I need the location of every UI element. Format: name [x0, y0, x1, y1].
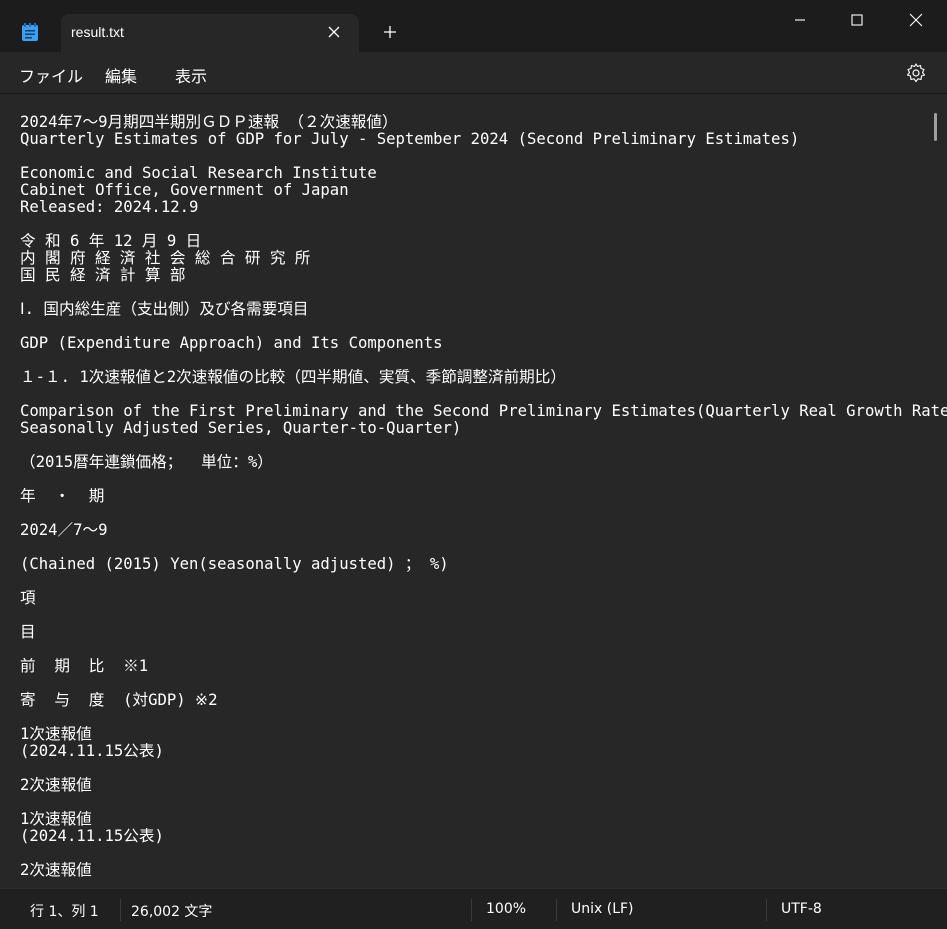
title-bar: result.txt: [0, 0, 947, 52]
tab-result-txt[interactable]: result.txt: [61, 14, 359, 52]
text-line: 内 閣 府 経 済 社 会 総 合 研 究 所: [20, 249, 311, 267]
text-line: (2024.11.15公表): [20, 827, 164, 845]
close-window-icon[interactable]: [896, 6, 936, 34]
text-line: １-１. 1次速報値と2次速報値の比較（四半期値、実質、季節調整済前期比）: [20, 368, 566, 386]
status-divider: [120, 899, 121, 921]
text-line: 前 期 比 ※1: [20, 657, 149, 675]
text-line: 年 ・ 期: [20, 487, 105, 505]
character-count: 26,002 文字: [131, 904, 213, 920]
text-line: [20, 216, 947, 233]
vertical-scrollbar[interactable]: [934, 113, 937, 141]
text-line: Cabinet Office, Government of Japan: [20, 181, 349, 199]
menu-edit[interactable]: 編集: [105, 63, 137, 87]
text-line: (Chained (2015) Yen(seasonally adjusted)…: [20, 555, 449, 573]
text-line: [20, 794, 947, 811]
text-line: 1次速報値: [20, 725, 92, 743]
text-line: (2024.11.15公表): [20, 742, 164, 760]
editor-content[interactable]: 2024年7～9月期四半期別ＧＤＰ速報 （２次速報値） Quarterly Est…: [20, 114, 947, 879]
text-line: 2024／7～9: [20, 521, 108, 539]
text-line: [20, 471, 947, 488]
text-line: [20, 709, 947, 726]
text-line: [20, 148, 947, 165]
status-divider: [471, 899, 472, 921]
text-line: [20, 607, 947, 624]
text-line: [20, 437, 947, 454]
maximize-icon[interactable]: [837, 6, 877, 34]
status-divider: [766, 899, 767, 921]
menu-view[interactable]: 表示: [175, 63, 207, 87]
text-line: Economic and Social Research Institute: [20, 164, 377, 182]
text-line: 2次速報値: [20, 776, 92, 794]
text-line: 2次速報値: [20, 861, 92, 879]
encoding[interactable]: UTF-8: [781, 901, 822, 917]
text-line: 令 和 6 年 12 月 9 日: [20, 232, 202, 250]
text-line: Comparison of the First Preliminary and …: [20, 402, 947, 420]
minimize-icon[interactable]: [780, 6, 820, 34]
text-line: Released: 2024.12.9: [20, 198, 199, 216]
menu-file[interactable]: ファイル: [19, 63, 83, 87]
text-line: [20, 845, 947, 862]
text-line: [20, 573, 947, 590]
cursor-position: 行 1、列 1: [30, 904, 99, 920]
text-line: [20, 760, 947, 777]
tab-title: result.txt: [71, 24, 124, 40]
menu-bar: ファイル 編集 表示: [0, 52, 947, 94]
text-line: [20, 352, 947, 369]
gear-icon[interactable]: [905, 62, 927, 84]
text-line: [20, 641, 947, 658]
text-line: （2015暦年連鎖価格； 単位：%）: [20, 453, 273, 471]
text-line: Quarterly Estimates of GDP for July - Se…: [20, 130, 800, 148]
text-line: 寄 与 度 (対GDP) ※2: [20, 691, 218, 709]
text-line: 1次速報値: [20, 810, 92, 828]
text-line: 2024年7～9月期四半期別ＧＤＰ速報 （２次速報値）: [20, 113, 398, 131]
text-line: GDP (Expenditure Approach) and Its Compo…: [20, 334, 443, 352]
status-bar: 行 1、列 1 26,002 文字 100% Unix (LF) UTF-8: [0, 888, 947, 929]
text-line: [20, 318, 947, 335]
text-line: Seasonally Adjusted Series, Quarter-to-Q…: [20, 419, 462, 437]
text-line: 国 民 経 済 計 算 部: [20, 266, 186, 284]
close-tab-icon[interactable]: [324, 22, 344, 42]
text-line: 目: [20, 623, 36, 641]
text-line: Ⅰ. 国内総生産（支出側）及び各需要項目: [20, 300, 309, 318]
status-divider: [556, 899, 557, 921]
text-line: [20, 386, 947, 403]
text-line: [20, 539, 947, 556]
line-ending[interactable]: Unix (LF): [571, 901, 634, 917]
new-tab-plus-icon[interactable]: [380, 22, 400, 42]
text-editor[interactable]: 2024年7～9月期四半期別ＧＤＰ速報 （２次速報値） Quarterly Est…: [0, 94, 947, 888]
text-line: [20, 505, 947, 522]
zoom-level[interactable]: 100%: [486, 901, 526, 917]
text-line: [20, 284, 947, 301]
text-line: 項: [20, 589, 36, 607]
text-line: [20, 675, 947, 692]
notepad-icon: [22, 23, 38, 41]
